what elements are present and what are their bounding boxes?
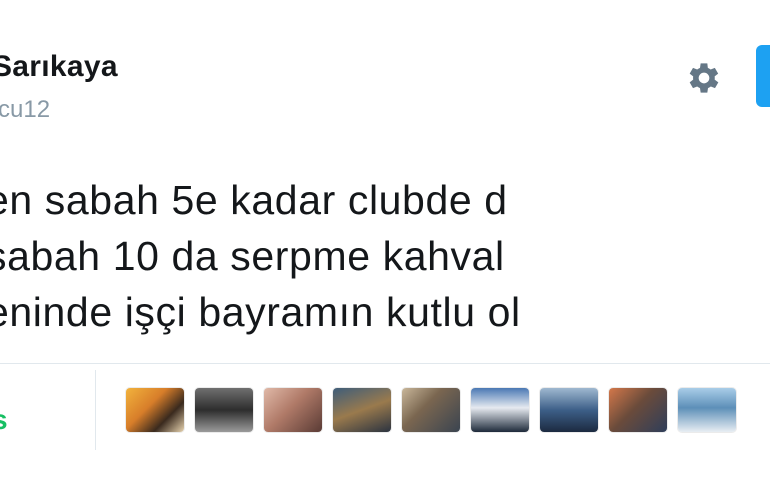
liker-avatar-7[interactable]	[540, 388, 598, 432]
stats-divider	[0, 363, 770, 364]
follow-button[interactable]	[756, 45, 770, 107]
liker-avatars	[126, 388, 746, 436]
liker-avatar-6[interactable]	[471, 388, 529, 432]
liker-avatar-2[interactable]	[195, 388, 253, 432]
user-handle[interactable]: cu12	[0, 96, 50, 124]
liker-avatar-4[interactable]	[333, 388, 391, 432]
tweet-line-1: en sabah 5e kadar clubde d	[0, 177, 508, 223]
gear-icon-graphic	[689, 63, 719, 93]
stats-vertical-divider	[95, 370, 96, 450]
tweet-line-3: eninde işçi bayramın kutlu ol	[0, 289, 521, 335]
likes-count[interactable]: s	[0, 404, 8, 436]
liker-avatar-3[interactable]	[264, 388, 322, 432]
liker-avatar-1[interactable]	[126, 388, 184, 432]
user-display-name[interactable]: Sarıkaya	[0, 50, 118, 84]
tweet-text: en sabah 5e kadar clubde d sabah 10 da s…	[0, 172, 770, 340]
liker-avatar-8[interactable]	[609, 388, 667, 432]
gear-icon[interactable]	[683, 57, 725, 99]
liker-avatar-5[interactable]	[402, 388, 460, 432]
liker-avatar-9[interactable]	[678, 388, 736, 432]
tweet-line-2: sabah 10 da serpme kahval	[0, 233, 505, 279]
